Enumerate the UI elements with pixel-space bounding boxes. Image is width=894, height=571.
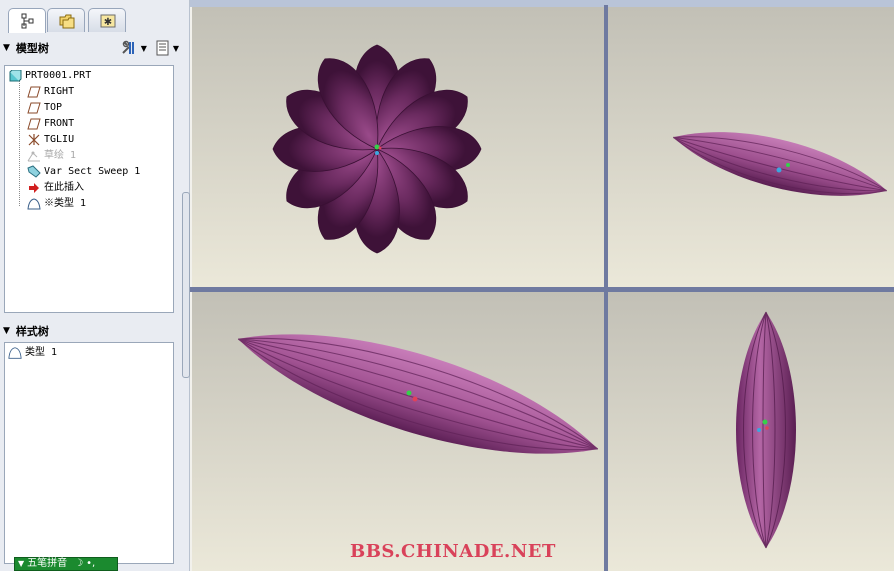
folder-icon: [59, 14, 75, 29]
star-icon: ✱: [100, 14, 116, 28]
top-model: [237, 334, 599, 454]
ime-expand-icon: ▼: [18, 559, 25, 568]
tree-item-top[interactable]: TOP: [27, 100, 62, 115]
settings-icon: [121, 40, 134, 54]
viewport-isometric[interactable]: [608, 292, 894, 571]
app-window: ✱ ▼ 模型树 ▼ ▼ PRT0001.PRT RIGHT TOP FRONT …: [0, 0, 894, 571]
tab-favorites[interactable]: ✱: [88, 8, 126, 32]
vertical-model: [736, 311, 796, 549]
chevron-down-icon: ▼: [140, 43, 147, 53]
style-icon: [27, 197, 41, 210]
settings-button[interactable]: ▼: [121, 40, 147, 56]
tab-folder-browser[interactable]: [47, 8, 85, 32]
part-icon: [8, 69, 22, 82]
tree-item-part[interactable]: PRT0001.PRT: [8, 68, 91, 83]
viewport-front[interactable]: [192, 7, 604, 287]
model-tree-tools: ▼ ▼: [121, 40, 179, 56]
ime-label: 五笔拼音: [27, 558, 68, 569]
side-model: [672, 132, 888, 196]
datum-plane-icon: [27, 117, 41, 130]
tree-connector: [19, 78, 20, 206]
csys-icon: [27, 133, 41, 146]
tab-model-tree[interactable]: [8, 8, 46, 33]
tree-icon: [21, 13, 34, 29]
viewport-top-border: [190, 0, 894, 7]
model-tree-title: 模型树: [15, 42, 49, 55]
tree-item-right[interactable]: RIGHT: [27, 84, 74, 99]
panel-splitter[interactable]: [182, 192, 190, 378]
tree-item-tgliu[interactable]: TGLIU: [27, 132, 74, 147]
tree-item-insert-here[interactable]: 在此插入: [27, 180, 84, 195]
watermark: BBS.CHINADE.NET: [350, 541, 556, 562]
model-tree: PRT0001.PRT RIGHT TOP FRONT TGLIU 草绘 1 V…: [4, 65, 174, 313]
viewport-divider-horizontal[interactable]: [190, 287, 894, 292]
style-tree-item[interactable]: 类型 1: [8, 345, 57, 360]
sweep-icon: [27, 165, 41, 178]
insert-arrow-icon: [27, 181, 41, 194]
tree-item-style-type[interactable]: ※类型 1: [27, 196, 86, 211]
viewport-right[interactable]: [608, 7, 894, 287]
moon-icon[interactable]: ☽: [74, 558, 83, 570]
tree-item-front[interactable]: FRONT: [27, 116, 74, 131]
collapse-icon[interactable]: ▼: [3, 43, 10, 53]
style-tree-header[interactable]: ▼ 样式树: [3, 320, 185, 342]
punctuation-icon[interactable]: •,: [86, 558, 95, 570]
ime-status-bar[interactable]: ▼ 五笔拼音 ☽ •,: [14, 557, 118, 571]
viewport-top[interactable]: [192, 292, 604, 571]
style-tree-title: 样式树: [15, 325, 49, 338]
show-icon: [156, 40, 169, 56]
style-icon: [8, 346, 22, 359]
chevron-down-icon: ▼: [172, 43, 179, 53]
collapse-icon[interactable]: ▼: [3, 326, 10, 336]
show-button[interactable]: ▼: [155, 40, 179, 56]
model-tree-header[interactable]: ▼ 模型树 ▼ ▼: [3, 37, 185, 59]
style-tree: 类型 1: [4, 342, 174, 564]
tree-item-sketch[interactable]: 草绘 1: [27, 148, 76, 163]
sketch-icon: [27, 149, 41, 162]
datum-plane-icon: [27, 101, 41, 114]
navigator-panel: ✱ ▼ 模型树 ▼ ▼ PRT0001.PRT RIGHT TOP FRONT …: [0, 0, 190, 571]
flower-model: [272, 44, 482, 254]
tree-item-var-sect-sweep[interactable]: Var Sect Sweep 1: [27, 164, 140, 179]
datum-plane-icon: [27, 85, 41, 98]
svg-text:✱: ✱: [104, 17, 112, 28]
navigator-tabs: ✱: [4, 8, 186, 33]
